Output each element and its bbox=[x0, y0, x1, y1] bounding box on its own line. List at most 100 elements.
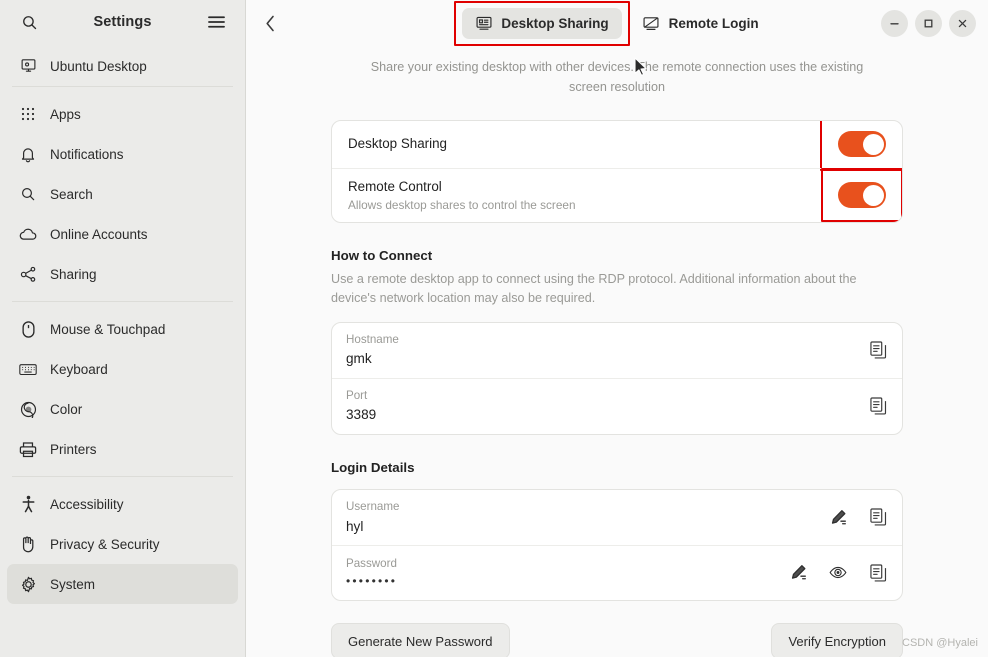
nav-divider bbox=[12, 86, 233, 87]
toggle-wrap-desktop-sharing bbox=[820, 120, 902, 172]
row-title: Desktop Sharing bbox=[348, 136, 447, 152]
sidebar-header: Settings bbox=[0, 0, 245, 44]
field-value: •••••••• bbox=[346, 574, 398, 589]
row-texts: Remote Control Allows desktop shares to … bbox=[348, 169, 838, 222]
login-details-card: Username hyl Password •••••••• bbox=[331, 489, 903, 602]
field-value: gmk bbox=[346, 351, 372, 367]
edit-pencil-icon[interactable] bbox=[828, 507, 848, 527]
desktop-sharing-toggle[interactable] bbox=[838, 131, 886, 158]
mouse-icon bbox=[19, 320, 37, 338]
nav-group-system: Accessibility Privacy & Security System bbox=[7, 484, 238, 604]
field-label: Username bbox=[346, 500, 400, 514]
keyboard-icon bbox=[19, 360, 37, 378]
nav-group-hardware: Mouse & Touchpad Keyboard Color Printers bbox=[7, 309, 238, 469]
field-username: Username hyl bbox=[332, 490, 902, 545]
copy-icon[interactable] bbox=[868, 340, 888, 360]
field-actions bbox=[858, 340, 888, 360]
search-icon[interactable] bbox=[14, 7, 44, 37]
row-subtitle: Allows desktop shares to control the scr… bbox=[348, 197, 576, 212]
field-texts: Hostname gmk bbox=[346, 331, 858, 369]
minimize-button[interactable] bbox=[881, 9, 908, 37]
sidebar-item-online-accounts[interactable]: Online Accounts bbox=[7, 214, 238, 254]
sidebar-item-label: Privacy & Security bbox=[50, 536, 160, 552]
hand-shield-icon bbox=[19, 535, 37, 553]
sidebar-item-label: Accessibility bbox=[50, 496, 124, 512]
sidebar-item-label: Ubuntu Desktop bbox=[50, 59, 147, 74]
sidebar-item-label: Color bbox=[50, 401, 83, 417]
copy-icon[interactable] bbox=[868, 563, 888, 583]
watermark-text: CSDN @Hyalei bbox=[902, 637, 978, 649]
field-actions bbox=[818, 507, 888, 527]
sidebar-item-search[interactable]: Search bbox=[7, 174, 238, 214]
printer-icon bbox=[19, 440, 37, 458]
sidebar-item-accessibility[interactable]: Accessibility bbox=[7, 484, 238, 524]
field-value: 3389 bbox=[346, 407, 377, 423]
settings-content-scroll[interactable]: Share your existing desktop with other d… bbox=[246, 46, 988, 657]
maximize-button[interactable] bbox=[915, 9, 942, 37]
sidebar-nav-list[interactable]: Ubuntu Desktop Apps Notifications Search… bbox=[0, 46, 245, 657]
row-remote-control[interactable]: Remote Control Allows desktop shares to … bbox=[332, 167, 902, 223]
field-password: Password •••••••• bbox=[332, 545, 902, 600]
field-value: hyl bbox=[346, 518, 364, 534]
search-icon bbox=[19, 185, 37, 203]
sidebar-item-label: Apps bbox=[50, 106, 81, 122]
field-actions bbox=[858, 396, 888, 416]
generate-new-password-button[interactable]: Generate New Password bbox=[331, 623, 510, 657]
sidebar-item-label: Sharing bbox=[50, 266, 97, 282]
tab-desktop-sharing[interactable]: Desktop Sharing bbox=[454, 0, 630, 46]
sidebar-item-keyboard[interactable]: Keyboard bbox=[7, 349, 238, 389]
sidebar-item-privacy-security[interactable]: Privacy & Security bbox=[7, 524, 238, 564]
edit-pencil-icon[interactable] bbox=[788, 563, 808, 583]
close-button[interactable] bbox=[949, 9, 976, 37]
sidebar-item-notifications[interactable]: Notifications bbox=[7, 134, 238, 174]
how-to-connect-description: Use a remote desktop app to connect usin… bbox=[331, 272, 857, 306]
sidebar-item-ubuntu-desktop[interactable]: Ubuntu Desktop bbox=[7, 46, 238, 79]
share-nodes-icon bbox=[19, 265, 37, 283]
tab-label: Remote Login bbox=[668, 15, 759, 31]
verify-encryption-button[interactable]: Verify Encryption bbox=[771, 623, 903, 657]
sidebar-item-label: Keyboard bbox=[50, 361, 108, 377]
remote-login-icon bbox=[643, 15, 660, 32]
login-details-title: Login Details bbox=[331, 460, 415, 476]
remote-control-toggle[interactable] bbox=[838, 182, 886, 209]
field-label: Port bbox=[346, 389, 368, 403]
ubuntu-desktop-icon bbox=[19, 56, 37, 74]
sidebar-item-label: Mouse & Touchpad bbox=[50, 321, 166, 337]
apps-grid-icon bbox=[19, 105, 37, 123]
sidebar-item-color[interactable]: Color bbox=[7, 389, 238, 429]
sidebar-item-label: Printers bbox=[50, 441, 97, 457]
sidebar-item-label: Notifications bbox=[50, 146, 124, 162]
sidebar-item-apps[interactable]: Apps bbox=[7, 94, 238, 134]
field-texts: Port 3389 bbox=[346, 387, 858, 425]
page-description: Share your existing desktop with other d… bbox=[370, 60, 864, 94]
sidebar-item-mouse-touchpad[interactable]: Mouse & Touchpad bbox=[7, 309, 238, 349]
sidebar-item-system[interactable]: System bbox=[7, 564, 238, 604]
field-texts: Username hyl bbox=[346, 498, 818, 536]
eye-reveal-icon[interactable] bbox=[828, 563, 848, 583]
row-desktop-sharing[interactable]: Desktop Sharing bbox=[332, 120, 902, 172]
toggle-wrap-remote-control bbox=[821, 168, 902, 223]
window-titlebar: Desktop Sharing Remote Login bbox=[246, 0, 988, 46]
sidebar-item-label: System bbox=[50, 576, 96, 592]
field-actions bbox=[778, 563, 888, 583]
color-wheel-icon bbox=[19, 400, 37, 418]
copy-icon[interactable] bbox=[868, 396, 888, 416]
sidebar-item-label: Online Accounts bbox=[50, 226, 148, 242]
view-switcher-tabs[interactable]: Desktop Sharing Remote Login bbox=[246, 0, 988, 46]
sharing-toggles-card: Desktop Sharing Remote Control Allows de… bbox=[331, 119, 903, 224]
field-label: Password bbox=[346, 556, 397, 570]
sidebar-item-printers[interactable]: Printers bbox=[7, 429, 238, 469]
copy-icon[interactable] bbox=[868, 507, 888, 527]
bell-icon bbox=[19, 145, 37, 163]
settings-window: Settings Ubuntu Desktop Apps Notificatio… bbox=[0, 0, 988, 657]
accessibility-person-icon bbox=[19, 495, 37, 513]
row-texts: Desktop Sharing bbox=[348, 126, 838, 162]
hamburger-menu-icon[interactable] bbox=[201, 7, 231, 37]
nav-group-device: Ubuntu Desktop bbox=[7, 46, 238, 79]
tab-remote-login[interactable]: Remote Login bbox=[630, 8, 772, 39]
sidebar-item-sharing[interactable]: Sharing bbox=[7, 254, 238, 294]
back-chevron-icon[interactable] bbox=[254, 7, 286, 39]
field-port: Port 3389 bbox=[332, 378, 902, 434]
desktop-sharing-icon bbox=[475, 15, 492, 32]
field-label: Hostname bbox=[346, 332, 399, 346]
